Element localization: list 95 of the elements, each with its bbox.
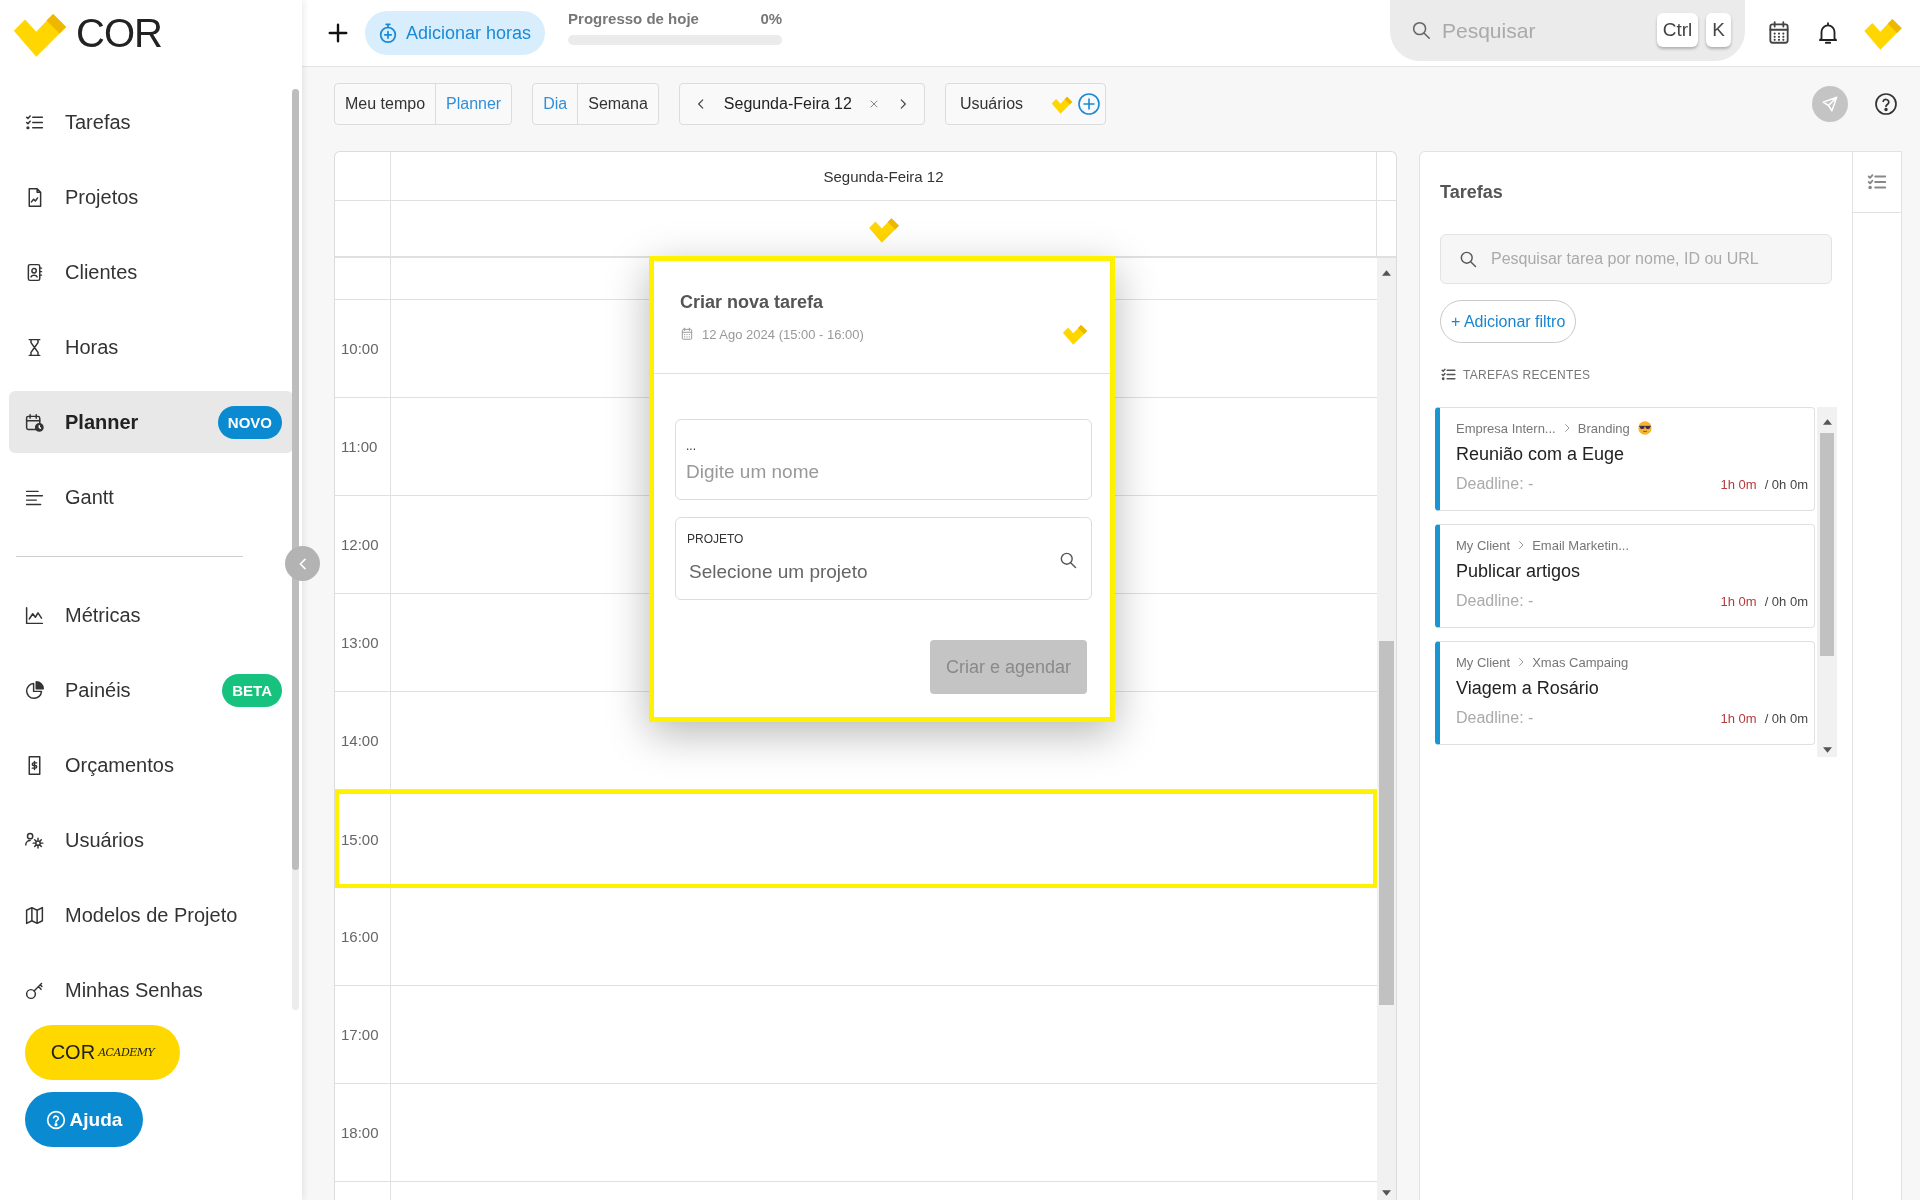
keyboard-key: K: [1706, 13, 1731, 47]
calendar-clock-icon: [24, 411, 45, 433]
checkmark-avatar-icon: [1051, 94, 1074, 114]
task-name: Reunião com a Euge: [1456, 444, 1626, 465]
nav-item[interactable]: Clientes: [9, 241, 293, 303]
keyboard-key: Ctrl: [1656, 13, 1699, 47]
project-name: Xmas Campaing: [1532, 654, 1629, 670]
search-icon[interactable]: [1058, 550, 1078, 570]
hour-label: 18:00: [341, 1124, 379, 1141]
planned-time: / 0h 0m: [1764, 594, 1808, 609]
calendar-icon: [680, 327, 694, 341]
academy-button[interactable]: COR ACADEMY: [25, 1025, 180, 1080]
scrollbar-thumb[interactable]: [1820, 433, 1834, 656]
search-icon: [1410, 19, 1432, 41]
hour-label: 10:00: [341, 340, 379, 357]
help-button[interactable]: Ajuda: [25, 1092, 143, 1147]
nav-item[interactable]: Métricas: [9, 584, 293, 646]
progress-label: Progresso de hoje: [568, 10, 699, 27]
help-icon[interactable]: [1874, 92, 1898, 116]
dialog-title: Criar nova tarefa: [680, 292, 825, 313]
stopwatch-icon: [377, 22, 399, 44]
hour-label: 12:00: [341, 536, 379, 553]
field-label: PROJETO: [687, 531, 744, 547]
client-name: My Client: [1456, 654, 1511, 670]
checklist-icon: [1440, 366, 1457, 383]
hour-label: 14:00: [341, 732, 379, 749]
planned-time: / 0h 0m: [1764, 477, 1808, 492]
users-filter[interactable]: Usuários: [944, 83, 1107, 125]
task-card[interactable]: My Client Xmas Campaing Viagem a Rosário Deadline: - 1h 0m / 0h 0m: [1435, 641, 1815, 745]
task-card[interactable]: My Client Email Marketin... Publicar artigos Deadline: - 1h 0m / 0h 0m: [1435, 524, 1815, 628]
nav-item[interactable]: Minhas Senhas: [9, 959, 293, 1021]
date-label: Segunda-Feira 12: [723, 95, 852, 113]
checkmark-avatar-icon: [1062, 323, 1088, 345]
view-tab[interactable]: Meu tempo: [335, 84, 437, 124]
hour-label: 16:00: [341, 928, 379, 945]
scroll-up-icon[interactable]: [1382, 270, 1391, 276]
nav-item[interactable]: Planner NOVO: [9, 391, 293, 453]
client-name: Empresa Intern...: [1456, 420, 1556, 436]
line-chart-icon: [24, 604, 45, 626]
time-slot[interactable]: 18:00: [335, 1084, 1377, 1182]
nav-item[interactable]: Painéis BETA: [9, 659, 293, 721]
deadline-text: Deadline: -: [1456, 592, 1534, 610]
scroll-down-icon[interactable]: [1382, 1190, 1391, 1196]
nav-badge: NOVO: [217, 405, 282, 439]
progress-reading: 0%: [760, 10, 783, 27]
field-label: ...: [686, 438, 696, 454]
hour-label: 15:00: [341, 830, 379, 848]
project-name: Email Marketin...: [1532, 537, 1629, 553]
search-icon: [1458, 249, 1478, 269]
nav-item[interactable]: Usuários: [9, 809, 293, 871]
hour-label: 17:00: [341, 1026, 379, 1043]
time-slot[interactable]: 17:00: [335, 986, 1377, 1084]
plus-icon[interactable]: [327, 22, 349, 44]
scroll-up-icon[interactable]: [1822, 419, 1832, 425]
dialog-date: 12 Ago 2024 (15:00 - 16:00): [702, 326, 864, 342]
time-slot[interactable]: 15:00: [335, 790, 1377, 888]
task-name: Publicar artigos: [1456, 561, 1582, 582]
logged-time: 1h 0m: [1720, 711, 1757, 726]
plus-circle-icon[interactable]: [1077, 92, 1102, 116]
hour-label: 13:00: [341, 634, 379, 651]
nav-item[interactable]: Modelos de Projeto: [9, 884, 293, 946]
nav-badge: BETA: [222, 673, 282, 707]
nav-item[interactable]: Orçamentos: [9, 734, 293, 796]
task-search-field[interactable]: Pesquisar tarea por nome, ID ou URL: [1440, 234, 1832, 284]
brand-name: COR: [76, 10, 162, 56]
nav-item[interactable]: Projetos: [9, 166, 293, 228]
logged-time: 1h 0m: [1720, 477, 1757, 492]
hour-label: 11:00: [341, 438, 378, 455]
scrollbar-thumb[interactable]: [292, 89, 299, 870]
client-name: My Client: [1456, 537, 1511, 553]
paper-plane-icon: [1821, 95, 1839, 113]
logged-time: 1h 0m: [1720, 594, 1757, 609]
nav-item[interactable]: Gantt: [9, 466, 293, 528]
day-header: Segunda-Feira 12: [823, 167, 944, 185]
scrollbar-thumb[interactable]: [1379, 641, 1394, 1005]
deadline-text: Deadline: -: [1456, 709, 1534, 727]
range-tab[interactable]: Semana: [578, 84, 658, 124]
pie-chart-icon: [24, 679, 45, 701]
planned-time: / 0h 0m: [1764, 711, 1808, 726]
nav-item[interactable]: Horas: [9, 316, 293, 378]
help-icon: [45, 1109, 66, 1130]
time-slot[interactable]: 16:00: [335, 888, 1377, 986]
task-card[interactable]: Empresa Intern... Branding Reunião com a Euge Deadline: - 1h 0m / 0h 0m: [1435, 407, 1815, 511]
deadline-text: Deadline: -: [1456, 475, 1534, 493]
nav-item[interactable]: Tarefas: [9, 91, 293, 153]
project-name: Branding: [1577, 420, 1630, 436]
panel-title: Tarefas: [1440, 182, 1503, 203]
task-name: Viagem a Rosário: [1456, 678, 1600, 699]
add-filter-button[interactable]: + Adicionar filtro: [1440, 300, 1577, 343]
calendar-icon[interactable]: [1766, 20, 1792, 46]
checkmark-avatar-icon: [867, 216, 900, 243]
map-icon: [24, 904, 45, 926]
scroll-down-icon[interactable]: [1822, 747, 1832, 753]
section-heading: TAREFAS RECENTES: [1463, 367, 1591, 382]
checkmark-avatar-icon[interactable]: [1863, 16, 1903, 50]
